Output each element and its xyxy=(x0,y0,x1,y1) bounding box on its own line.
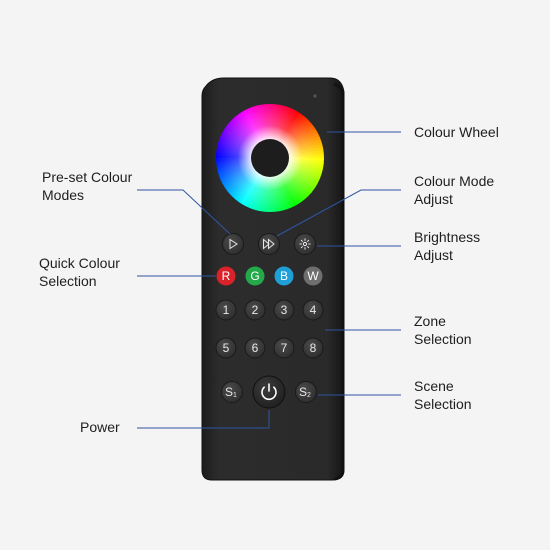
callout-power: Power xyxy=(80,419,120,435)
colour-button-blue[interactable]: B xyxy=(274,266,294,286)
zone-button-3[interactable]: 3 xyxy=(273,299,295,321)
callout-colour-mode-adjust: Colour Mode Adjust xyxy=(414,173,495,207)
scene-button-1-letter: S xyxy=(225,385,233,399)
callout-zone-selection: Zone Selection xyxy=(414,313,472,347)
zone-button-8[interactable]: 8 xyxy=(302,337,324,359)
zone-button-4-label: 4 xyxy=(310,303,317,317)
callout-quick-colour: Quick Colour Selection xyxy=(39,255,120,289)
zone-button-7[interactable]: 7 xyxy=(273,337,295,359)
power-button[interactable] xyxy=(252,375,286,409)
zone-button-5-label: 5 xyxy=(223,341,230,355)
colour-button-red[interactable]: R xyxy=(216,266,236,286)
callout-colour-wheel: Colour Wheel xyxy=(414,124,499,140)
colour-button-red-label: R xyxy=(222,269,231,283)
callout-scene-selection: Scene Selection xyxy=(414,378,472,412)
zone-button-1[interactable]: 1 xyxy=(215,299,237,321)
colour-button-white[interactable]: W xyxy=(303,266,323,286)
scene-button-1[interactable]: S1 xyxy=(221,381,243,403)
zone-button-6-label: 6 xyxy=(252,341,259,355)
zone-button-7-label: 7 xyxy=(281,341,288,355)
zone-button-1-label: 1 xyxy=(223,303,230,317)
callout-brightness-adjust: Brightness Adjust xyxy=(414,229,481,263)
colour-mode-adjust-button[interactable] xyxy=(258,233,280,255)
zone-button-3-label: 3 xyxy=(281,303,288,317)
zone-button-6[interactable]: 6 xyxy=(244,337,266,359)
zone-button-2[interactable]: 2 xyxy=(244,299,266,321)
zone-button-5[interactable]: 5 xyxy=(215,337,237,359)
zone-button-4[interactable]: 4 xyxy=(302,299,324,321)
scene-button-2-sub: 2 xyxy=(307,392,311,399)
brightness-button[interactable] xyxy=(294,233,316,255)
scene-button-1-sub: 1 xyxy=(233,392,237,399)
zone-button-2-label: 2 xyxy=(252,303,259,317)
colour-button-white-label: W xyxy=(307,269,319,283)
colour-button-blue-label: B xyxy=(280,269,288,283)
indicator-led xyxy=(313,94,317,98)
callout-preset-modes: Pre-set Colour Modes xyxy=(42,169,133,203)
zone-button-8-label: 8 xyxy=(310,341,317,355)
colour-wheel-center xyxy=(251,139,289,177)
colour-button-green[interactable]: G xyxy=(245,266,265,286)
colour-button-green-label: G xyxy=(250,269,259,283)
scene-button-2[interactable]: S2 xyxy=(295,381,317,403)
preset-mode-button[interactable] xyxy=(222,233,244,255)
scene-button-2-letter: S xyxy=(299,385,307,399)
